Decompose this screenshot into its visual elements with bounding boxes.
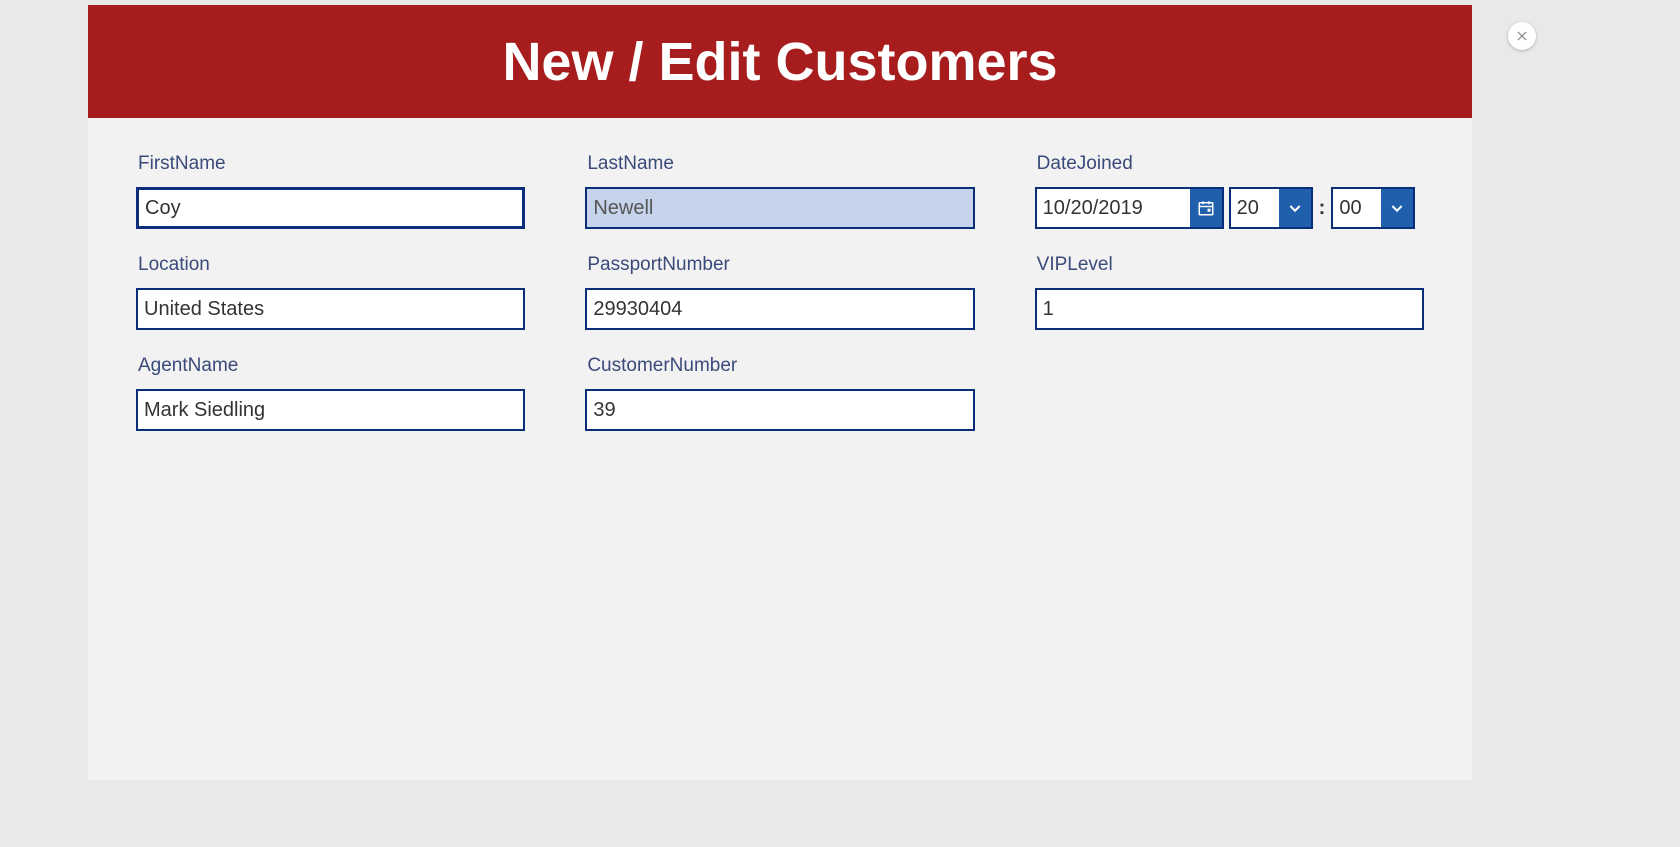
calendar-button[interactable]: [1190, 189, 1222, 227]
customer-dialog: New / Edit Customers FirstName LastName …: [88, 5, 1472, 780]
agentname-input[interactable]: [136, 389, 525, 431]
close-icon: [1515, 29, 1529, 43]
date-input[interactable]: [1037, 189, 1190, 227]
hour-value: 20: [1231, 189, 1279, 227]
passportnumber-label: PassportNumber: [585, 254, 974, 276]
field-agentname: AgentName: [136, 355, 525, 431]
dialog-title: New / Edit Customers: [502, 31, 1057, 93]
customernumber-label: CustomerNumber: [585, 355, 974, 377]
minute-dropdown-button[interactable]: [1381, 189, 1413, 227]
hour-dropdown-button[interactable]: [1279, 189, 1311, 227]
location-input[interactable]: [136, 288, 525, 330]
field-passportnumber: PassportNumber: [585, 254, 974, 330]
field-customernumber: CustomerNumber: [585, 355, 974, 431]
lastname-label: LastName: [585, 153, 974, 175]
close-button[interactable]: [1508, 22, 1536, 50]
field-lastname: LastName: [585, 153, 974, 229]
datejoined-row: 20 : 00: [1035, 187, 1424, 229]
hour-select[interactable]: 20: [1229, 187, 1313, 229]
field-datejoined: DateJoined 20: [1035, 153, 1424, 229]
empty-cell: [1035, 355, 1424, 431]
field-firstname: FirstName: [136, 153, 525, 229]
minute-value: 00: [1333, 189, 1381, 227]
field-location: Location: [136, 254, 525, 330]
customernumber-input[interactable]: [585, 389, 974, 431]
date-picker: [1035, 187, 1224, 229]
agentname-label: AgentName: [136, 355, 525, 377]
minute-select[interactable]: 00: [1331, 187, 1415, 229]
firstname-label: FirstName: [136, 153, 525, 175]
location-label: Location: [136, 254, 525, 276]
datejoined-label: DateJoined: [1035, 153, 1424, 175]
calendar-icon: [1197, 199, 1215, 217]
chevron-down-icon: [1389, 200, 1405, 216]
lastname-input[interactable]: [585, 187, 974, 229]
passportnumber-input[interactable]: [585, 288, 974, 330]
form-body: FirstName LastName DateJoined: [88, 118, 1472, 431]
time-separator: :: [1319, 197, 1326, 220]
viplevel-label: VIPLevel: [1035, 254, 1424, 276]
firstname-input[interactable]: [136, 187, 525, 229]
dialog-header: New / Edit Customers: [88, 5, 1472, 118]
viplevel-input[interactable]: [1035, 288, 1424, 330]
chevron-down-icon: [1287, 200, 1303, 216]
field-viplevel: VIPLevel: [1035, 254, 1424, 330]
